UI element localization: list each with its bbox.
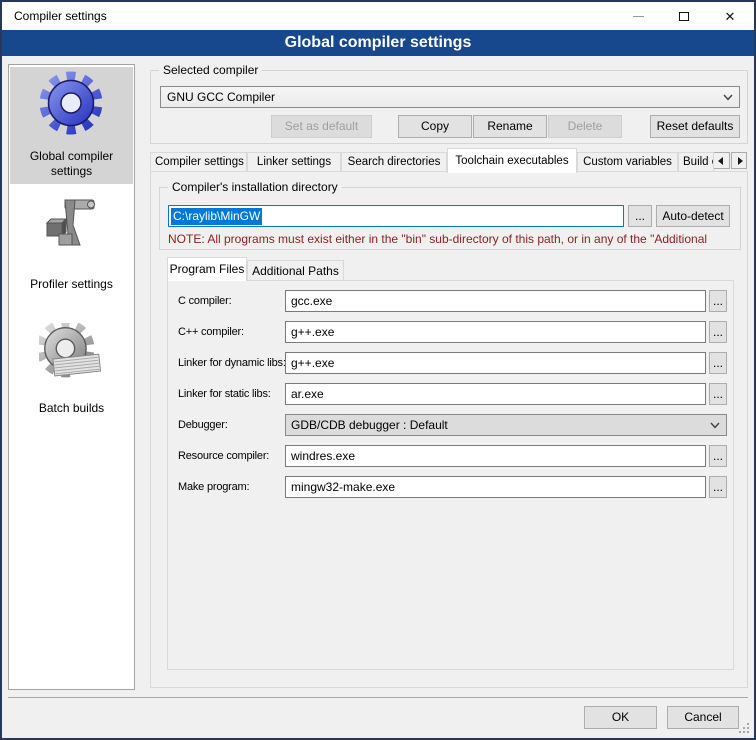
sidebar-item-global-compiler-label[interactable]: Global compiler settings <box>9 149 134 179</box>
delete-button[interactable]: Delete <box>548 115 622 138</box>
debugger-select-value: GDB/CDB debugger : Default <box>291 418 448 432</box>
static-linker-label: Linker for static libs: <box>178 383 271 405</box>
selected-compiler-legend: Selected compiler <box>159 63 262 77</box>
make-program-input[interactable]: mingw32-make.exe <box>285 476 706 498</box>
compiler-select-value: GNU GCC Compiler <box>167 90 275 104</box>
arrow-left-icon <box>718 157 723 165</box>
arrow-right-icon <box>738 157 743 165</box>
selected-compiler-group: Selected compiler GNU GCC Compiler Set a… <box>150 70 748 144</box>
minimize-button[interactable] <box>615 2 661 30</box>
resize-grip[interactable] <box>739 723 750 734</box>
resource-compiler-browse-button[interactable]: ... <box>709 445 727 467</box>
compiler-select[interactable]: GNU GCC Compiler <box>160 86 740 108</box>
resource-compiler-label: Resource compiler: <box>178 445 269 467</box>
tab-search-directories[interactable]: Search directories <box>341 152 447 171</box>
c-compiler-input[interactable]: gcc.exe <box>285 290 706 312</box>
installation-directory-value: C:\raylib\MinGW <box>171 208 262 225</box>
page-title: Global compiler settings <box>2 30 754 56</box>
copy-button[interactable]: Copy <box>398 115 472 138</box>
auto-detect-button[interactable]: Auto-detect <box>656 205 730 227</box>
chevron-down-icon <box>710 422 720 429</box>
tab-scroll-right-button[interactable] <box>731 152 747 169</box>
close-icon: ✕ <box>725 10 736 23</box>
resource-compiler-input[interactable]: windres.exe <box>285 445 706 467</box>
installation-directory-group: Compiler's installation directory C:\ray… <box>159 187 741 250</box>
caliper-icon <box>39 193 103 257</box>
cancel-button[interactable]: Cancel <box>667 706 739 729</box>
sidebar-item-profiler-label[interactable]: Profiler settings <box>9 277 134 292</box>
installation-directory-input[interactable]: C:\raylib\MinGW <box>168 205 624 227</box>
settings-sidebar: Global compiler settings Profiler settin… <box>8 64 135 690</box>
toolchain-executables-page: Compiler's installation directory C:\ray… <box>150 171 748 688</box>
sidebar-item-profiler[interactable] <box>39 193 103 257</box>
c-compiler-browse-button[interactable]: ... <box>709 290 727 312</box>
tab-linker-settings[interactable]: Linker settings <box>247 152 341 171</box>
program-files-page: C compiler: gcc.exe ... C++ compiler: g+… <box>167 280 734 670</box>
footer-divider <box>8 697 748 698</box>
tab-compiler-settings[interactable]: Compiler settings <box>150 152 247 171</box>
dynamic-linker-label: Linker for dynamic libs: <box>178 352 286 374</box>
cpp-compiler-browse-button[interactable]: ... <box>709 321 727 343</box>
title-bar[interactable]: Compiler settings ✕ <box>2 2 754 30</box>
minimize-icon <box>633 16 644 17</box>
blue-gear-icon <box>39 71 103 135</box>
static-linker-browse-button[interactable]: ... <box>709 383 727 405</box>
window-title: Compiler settings <box>14 2 107 30</box>
make-program-label: Make program: <box>178 476 249 498</box>
set-as-default-button[interactable]: Set as default <box>271 115 372 138</box>
compiler-settings-dialog: Compiler settings ✕ Global compiler sett… <box>0 0 756 740</box>
tab-toolchain-executables[interactable]: Toolchain executables <box>447 148 577 173</box>
close-button[interactable]: ✕ <box>707 2 753 30</box>
static-linker-input[interactable]: ar.exe <box>285 383 706 405</box>
cpp-compiler-input[interactable]: g++.exe <box>285 321 706 343</box>
settings-tab-strip: Compiler settings Linker settings Search… <box>150 148 750 173</box>
tab-scroll-left-button[interactable] <box>713 152 730 169</box>
debugger-label: Debugger: <box>178 414 228 436</box>
sidebar-item-batch-builds-label[interactable]: Batch builds <box>9 401 134 416</box>
ok-button[interactable]: OK <box>584 706 657 729</box>
subtab-program-files[interactable]: Program Files <box>167 257 247 281</box>
dynamic-linker-browse-button[interactable]: ... <box>709 352 727 374</box>
cpp-compiler-label: C++ compiler: <box>178 321 244 343</box>
maximize-icon <box>679 12 689 21</box>
installation-directory-legend: Compiler's installation directory <box>168 180 342 194</box>
reset-defaults-button[interactable]: Reset defaults <box>650 115 740 138</box>
dynamic-linker-input[interactable]: g++.exe <box>285 352 706 374</box>
sidebar-item-global-compiler[interactable] <box>39 71 103 135</box>
make-program-browse-button[interactable]: ... <box>709 476 727 498</box>
tab-build-options[interactable]: Build options <box>678 152 714 171</box>
gray-gear-stack-icon <box>39 323 103 387</box>
tab-custom-variables[interactable]: Custom variables <box>577 152 678 171</box>
installation-directory-browse-button[interactable]: ... <box>628 205 652 227</box>
maximize-button[interactable] <box>661 2 707 30</box>
chevron-down-icon <box>723 94 733 101</box>
sidebar-item-batch-builds[interactable] <box>39 323 103 387</box>
c-compiler-label: C compiler: <box>178 290 231 312</box>
rename-button[interactable]: Rename <box>473 115 547 138</box>
debugger-select[interactable]: GDB/CDB debugger : Default <box>285 414 727 436</box>
subtab-additional-paths[interactable]: Additional Paths <box>247 260 344 281</box>
note-text: NOTE: All programs must exist either in … <box>168 232 734 246</box>
